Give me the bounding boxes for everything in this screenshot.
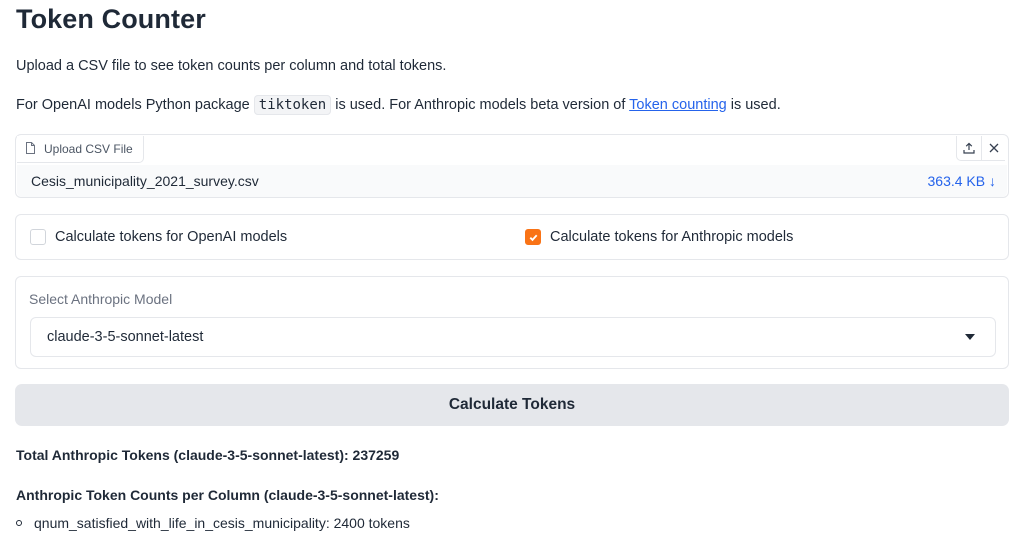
tiktoken-code: tiktoken [253, 95, 332, 115]
description-upload: Upload a CSV file to see token counts pe… [16, 58, 447, 74]
file-icon [25, 141, 36, 157]
file-name: Cesis_municipality_2021_survey.csv [31, 173, 259, 189]
description-suffix: is used. [726, 97, 781, 113]
list-item: qnum_satisfied_with_life_in_cesis_munici… [16, 515, 410, 531]
per-column-heading: Anthropic Token Counts per Column (claud… [16, 487, 439, 503]
anthropic-checkbox-label: Calculate tokens for Anthropic models [550, 229, 794, 245]
openai-checkbox-label: Calculate tokens for OpenAI models [55, 229, 288, 245]
calculate-tokens-button[interactable]: Calculate Tokens [15, 384, 1009, 426]
anthropic-model-select: Select Anthropic Model claude-3-5-sonnet… [15, 276, 1009, 369]
upload-actions [956, 136, 1005, 161]
openai-checkbox-option[interactable]: Calculate tokens for OpenAI models [30, 215, 287, 259]
caret-down-icon [965, 334, 975, 340]
model-checkboxes: Calculate tokens for OpenAI models Calcu… [15, 214, 1009, 260]
close-icon[interactable] [981, 136, 1005, 160]
uploaded-file-row: Cesis_municipality_2021_survey.csv 363.4… [17, 165, 1007, 197]
model-dropdown[interactable]: claude-3-5-sonnet-latest [30, 317, 996, 357]
description-models: For OpenAI models Python package tiktoke… [16, 95, 781, 115]
upload-icon[interactable] [957, 136, 981, 160]
anthropic-checkbox-option[interactable]: Calculate tokens for Anthropic models [525, 215, 793, 259]
model-dropdown-value: claude-3-5-sonnet-latest [47, 329, 204, 345]
upload-label: Upload CSV File [17, 136, 144, 163]
bullet-icon [16, 520, 22, 526]
total-tokens-result: Total Anthropic Tokens (claude-3-5-sonne… [16, 447, 400, 463]
file-size-download[interactable]: 363.4 KB ↓ [928, 173, 997, 189]
list-item-text: qnum_satisfied_with_life_in_cesis_munici… [34, 515, 410, 531]
column-token-list: qnum_satisfied_with_life_in_cesis_munici… [16, 515, 410, 531]
select-label: Select Anthropic Model [29, 291, 173, 307]
openai-checkbox[interactable] [30, 229, 46, 245]
description-middle: is used. For Anthropic models beta versi… [331, 97, 630, 113]
page-title: Token Counter [16, 4, 206, 34]
anthropic-checkbox[interactable] [525, 229, 541, 245]
token-counting-link[interactable]: Token counting [629, 97, 727, 113]
description-prefix: For OpenAI models Python package [16, 97, 254, 113]
upload-label-text: Upload CSV File [44, 142, 133, 156]
csv-upload[interactable]: Upload CSV File Cesis_municipality_2021_… [15, 134, 1009, 198]
checkmark-icon [529, 234, 537, 241]
